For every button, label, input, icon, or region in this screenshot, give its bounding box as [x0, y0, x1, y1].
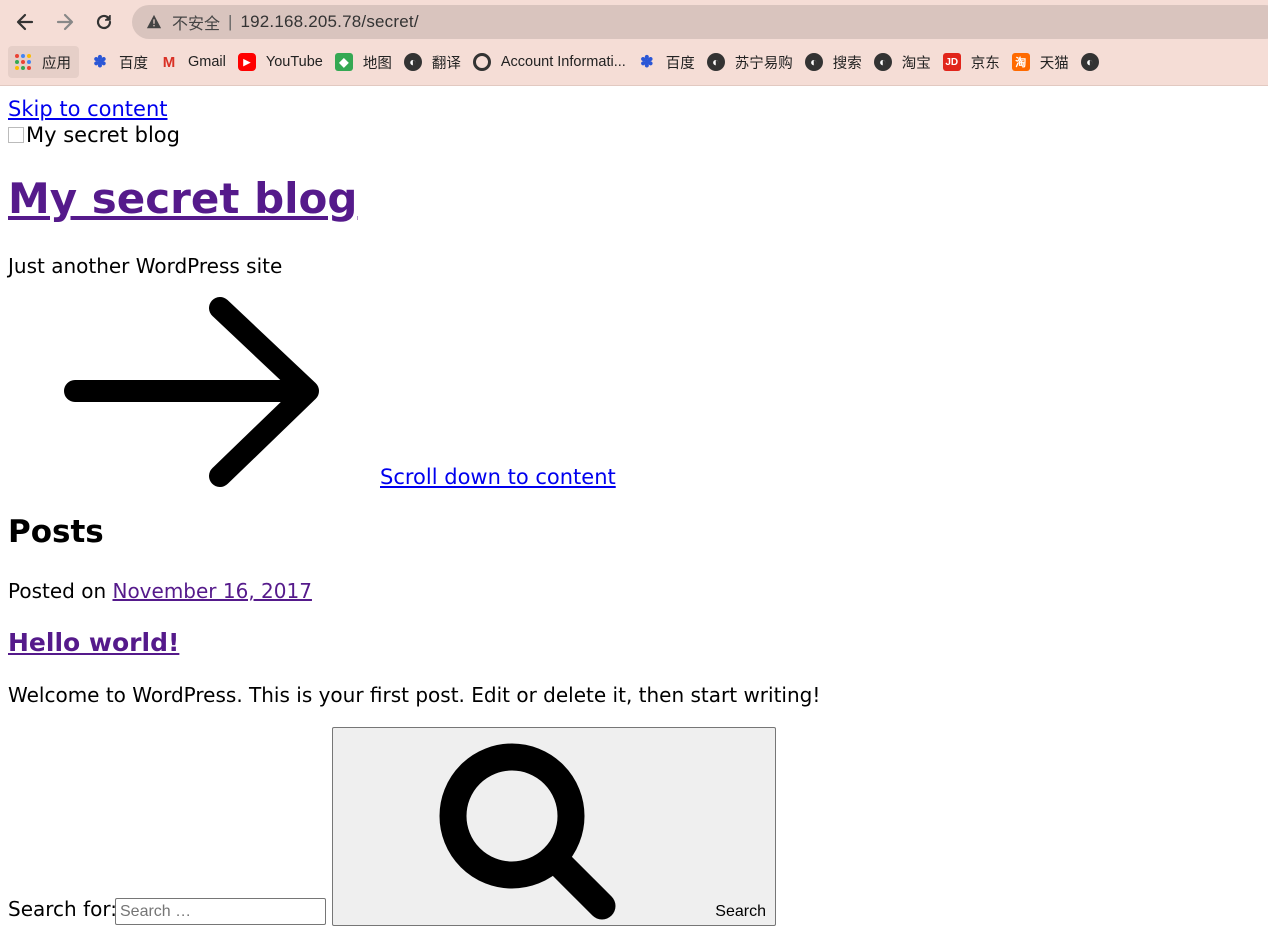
- reload-icon: [96, 14, 112, 30]
- arrow-right-icon[interactable]: [60, 296, 330, 491]
- search-button[interactable]: Search: [332, 727, 776, 926]
- logo-alt-text: My secret blog: [26, 123, 180, 147]
- back-button[interactable]: [11, 8, 39, 36]
- omnibox-separator: |: [228, 12, 233, 31]
- youtube-icon: ▶: [237, 53, 256, 71]
- bookmark-taobao[interactable]: ◐ 淘宝: [872, 46, 941, 78]
- bookmark-label: 天猫: [1039, 55, 1069, 72]
- tmall-icon: 淘: [1011, 53, 1030, 71]
- search-input[interactable]: [115, 898, 326, 925]
- globe-icon: ◐: [873, 53, 892, 71]
- bookmark-baidu[interactable]: ✽ 百度: [89, 46, 158, 78]
- globe-icon: ◐: [403, 53, 422, 71]
- bookmark-label: Gmail: [188, 54, 226, 70]
- bookmark-label: 搜索: [832, 55, 862, 72]
- globe-icon: ◐: [804, 53, 823, 71]
- bookmark-suning[interactable]: ◐ 苏宁易购: [705, 46, 803, 78]
- scroll-down-link[interactable]: Scroll down to content: [380, 465, 616, 489]
- bookmarks-bar: 应用 ✽ 百度 M Gmail ▶ YouTube ◆ 地图 ◐ 翻译 Account I…: [8, 46, 1119, 78]
- bookmark-baidu-2[interactable]: ✽ 百度: [636, 46, 705, 78]
- post-date-link[interactable]: November 16, 2017: [112, 579, 311, 603]
- bookmark-overflow[interactable]: ◐: [1079, 46, 1119, 78]
- account-icon: [472, 53, 491, 71]
- bookmark-youtube[interactable]: ▶ YouTube: [236, 46, 333, 78]
- address-bar[interactable]: 不安全 | 192.168.205.78/secret/: [132, 5, 1268, 39]
- site-title-link[interactable]: My secret blog: [8, 174, 357, 223]
- bookmark-search[interactable]: ◐ 搜索: [803, 46, 872, 78]
- bookmark-gmail[interactable]: M Gmail: [158, 46, 236, 78]
- reload-button[interactable]: [90, 8, 118, 36]
- baidu-icon: ✽: [640, 54, 654, 71]
- post-meta: Posted on November 16, 2017: [8, 579, 312, 603]
- bookmark-label: 京东: [970, 55, 1000, 72]
- globe-icon: ◐: [1080, 53, 1099, 71]
- arrow-left-icon: [16, 13, 34, 31]
- post-excerpt: Welcome to WordPress. This is your first…: [8, 683, 821, 707]
- bookmark-label: 翻译: [431, 55, 461, 72]
- jd-icon: JD: [942, 53, 961, 71]
- url-text[interactable]: 192.168.205.78/secret/: [240, 12, 418, 32]
- bookmark-label: 淘宝: [901, 55, 931, 72]
- bookmark-label: Account Informati...: [500, 54, 626, 70]
- search-button-label: Search: [715, 903, 766, 920]
- broken-image-icon: [8, 127, 24, 143]
- bookmark-label: 百度: [119, 55, 148, 72]
- bookmark-label: 百度: [665, 55, 695, 72]
- site-logo[interactable]: My secret blog: [8, 123, 180, 147]
- baidu-icon: ✽: [93, 54, 107, 71]
- bookmark-label: 苏宁易购: [734, 55, 793, 72]
- site-tagline: Just another WordPress site: [8, 254, 283, 278]
- forward-button[interactable]: [51, 8, 79, 36]
- security-status[interactable]: 不安全: [172, 10, 220, 34]
- magnifier-icon: [439, 743, 616, 920]
- bookmark-apps[interactable]: 应用: [8, 46, 79, 78]
- search-label: Search for:: [8, 897, 117, 921]
- bookmark-tmall[interactable]: 淘天猫: [1010, 46, 1079, 78]
- warning-triangle-icon: [146, 13, 164, 31]
- bookmark-maps[interactable]: ◆ 地图: [333, 46, 402, 78]
- post-title-link[interactable]: Hello world!: [8, 628, 179, 657]
- bookmark-account[interactable]: Account Informati...: [471, 46, 636, 78]
- posts-heading: Posts: [8, 514, 104, 550]
- page-content: Skip to content My secret blog My secret…: [0, 86, 1268, 950]
- gmail-icon: M: [162, 53, 176, 71]
- posted-on-label: Posted on: [8, 579, 113, 603]
- skip-to-content-link[interactable]: Skip to content: [8, 97, 168, 121]
- bookmark-label: 应用: [42, 55, 71, 72]
- maps-icon: ◆: [334, 53, 353, 71]
- bookmark-label: 地图: [362, 55, 392, 72]
- apps-grid-icon: [14, 53, 32, 71]
- arrow-right-icon: [56, 13, 74, 31]
- bookmark-translate[interactable]: ◐ 翻译: [402, 46, 471, 78]
- bookmark-label: YouTube: [265, 54, 323, 70]
- globe-icon: ◐: [706, 53, 725, 71]
- browser-chrome: 不安全 | 192.168.205.78/secret/ 应用 ✽ 百度 M Gma…: [0, 0, 1268, 86]
- bookmark-jd[interactable]: JD 京东: [941, 46, 1010, 78]
